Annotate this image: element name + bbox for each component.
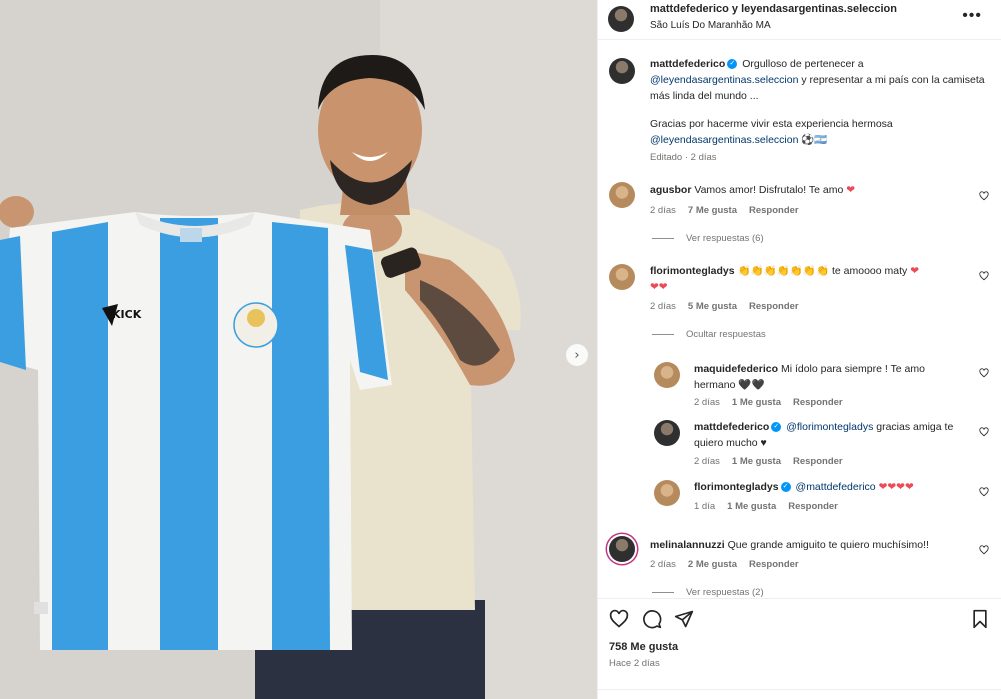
comment-text: 👏👏👏👏👏👏👏 te amoooo maty: [737, 265, 908, 277]
reply-time: 1 día: [694, 501, 716, 512]
caption-text-1: Orgulloso de pertenecer a: [742, 58, 864, 70]
like-comment-heart-icon[interactable]: [979, 191, 989, 201]
comment-username[interactable]: melinalannuzzi: [650, 539, 725, 551]
heart-icon[interactable]: [609, 609, 629, 629]
heart-emoji: ❤: [910, 265, 919, 277]
comment-likes[interactable]: 2 Me gusta: [688, 559, 737, 570]
caption-mention[interactable]: @leyendasargentinas.seleccion: [650, 74, 798, 86]
comment-likes[interactable]: 5 Me gusta: [688, 301, 737, 312]
reply-button[interactable]: Responder: [793, 397, 843, 408]
reply-username[interactable]: mattdefederico: [694, 421, 769, 433]
comment-text: Que grande amiguito te quiero muchísimo!…: [727, 539, 929, 551]
caption-text-3: Gracias por hacerme vivir esta experienc…: [650, 118, 893, 130]
bookmark-icon[interactable]: [970, 609, 990, 629]
caption-emoji: ⚽🇦🇷: [801, 134, 828, 146]
reply-time: 2 días: [694, 397, 720, 408]
view-replies-link[interactable]: Ver respuestas (2): [652, 587, 764, 597]
view-replies-link[interactable]: Ver respuestas (6): [652, 233, 764, 244]
reply-likes[interactable]: 1 Me gusta: [732, 456, 781, 467]
action-bar: 758 Me gusta Hace 2 días: [598, 598, 1001, 699]
like-comment-heart-icon[interactable]: [979, 545, 989, 555]
reply: florimontegladys ✓ @mattdefederico ❤❤❤❤: [694, 479, 964, 495]
reply: mattdefederico ✓ @florimontegladys gracia…: [694, 419, 964, 451]
comment-username[interactable]: agusbor: [650, 184, 691, 196]
reply-username[interactable]: maquidefederico: [694, 363, 778, 375]
reply-button[interactable]: Responder: [749, 559, 799, 570]
reply-meta: 2 días 1 Me gusta Responder: [694, 456, 855, 467]
heart-emoji: ♥: [760, 437, 767, 449]
caption-meta: Editado · 2 días: [650, 152, 717, 163]
shirt-brand-text: KICK: [112, 308, 142, 321]
reply-time: 2 días: [694, 456, 720, 467]
comment: melinalannuzzi Que grande amiguito te qu…: [650, 537, 970, 553]
hide-replies-link[interactable]: Ocultar respuestas: [652, 329, 766, 340]
reply-button[interactable]: Responder: [749, 205, 799, 216]
caption-thanks: Gracias por hacerme vivir esta experienc…: [650, 116, 990, 148]
reply-username[interactable]: florimontegladys: [694, 481, 779, 493]
avatar[interactable]: [654, 420, 680, 446]
comment-meta: 2 días 7 Me gusta Responder: [650, 205, 811, 216]
photo-illustration: KICK: [0, 0, 597, 699]
comment-username[interactable]: florimontegladys: [650, 265, 735, 277]
comment-icon[interactable]: [642, 609, 662, 629]
verified-badge-icon: ✓: [727, 59, 738, 70]
next-photo-button[interactable]: ›: [566, 344, 588, 366]
location-link[interactable]: São Luís Do Maranhão MA: [650, 20, 771, 31]
reply-meta: 2 días 1 Me gusta Responder: [694, 397, 855, 408]
comment: florimontegladys 👏👏👏👏👏👏👏 te amoooo maty …: [650, 263, 970, 295]
reply-button[interactable]: Responder: [793, 456, 843, 467]
verified-badge-icon: ✓: [771, 422, 782, 433]
avatar[interactable]: [608, 6, 634, 32]
heart-emoji: ❤: [846, 184, 856, 196]
comment-text: Vamos amor! Disfrutalo! Te amo: [694, 184, 844, 196]
verified-badge-icon: ✓: [780, 482, 791, 493]
share-icon[interactable]: [674, 609, 694, 629]
post-time: Hace 2 días: [609, 658, 660, 669]
post-panel: mattdefederico y leyendasargentinas.sele…: [597, 0, 1001, 699]
like-comment-heart-icon[interactable]: [979, 487, 989, 497]
like-comment-heart-icon[interactable]: [979, 427, 989, 437]
heart-emoji: ❤❤❤❤: [878, 481, 914, 493]
likes-count[interactable]: 758 Me gusta: [609, 641, 678, 653]
add-comment-bar[interactable]: [598, 689, 1001, 699]
reply-button[interactable]: Responder: [788, 501, 838, 512]
chevron-right-icon: ›: [574, 347, 580, 363]
avatar[interactable]: [609, 182, 635, 208]
avatar[interactable]: [654, 362, 680, 388]
caption-username[interactable]: mattdefederico: [650, 58, 725, 70]
reply: maquidefederico Mi ídolo para siempre ! …: [694, 361, 964, 393]
heart-emoji: ❤❤: [650, 281, 668, 293]
comment-time: 2 días: [650, 205, 676, 216]
avatar[interactable]: [654, 480, 680, 506]
comment-time: 2 días: [650, 301, 676, 312]
post-header: mattdefederico y leyendasargentinas.sele…: [598, 0, 1001, 40]
reply-meta: 1 día 1 Me gusta Responder: [694, 501, 850, 512]
header-title[interactable]: mattdefederico y leyendasargentinas.sele…: [650, 3, 897, 15]
like-comment-heart-icon[interactable]: [979, 271, 989, 281]
reply-mention[interactable]: @florimontegladys: [786, 421, 873, 433]
like-comment-heart-icon[interactable]: [979, 368, 989, 378]
avatar[interactable]: [609, 264, 635, 290]
avatar[interactable]: [609, 58, 635, 84]
caption-mention-2[interactable]: @leyendasargentinas.seleccion: [650, 134, 798, 146]
reply-button[interactable]: Responder: [749, 301, 799, 312]
post-photo: KICK ›: [0, 0, 597, 699]
comment-likes[interactable]: 7 Me gusta: [688, 205, 737, 216]
black-heart-emoji: 🖤🖤: [738, 379, 765, 391]
reply-mention[interactable]: @mattdefederico: [796, 481, 876, 493]
caption: mattdefederico ✓ Orgulloso de pertenecer …: [650, 56, 990, 104]
comment-time: 2 días: [650, 559, 676, 570]
comment-meta: 2 días 5 Me gusta Responder: [650, 301, 811, 312]
reply-likes[interactable]: 1 Me gusta: [732, 397, 781, 408]
avatar[interactable]: [609, 536, 635, 562]
reply-likes[interactable]: 1 Me gusta: [727, 501, 776, 512]
comment-meta: 2 días 2 Me gusta Responder: [650, 559, 811, 570]
comment: agusbor Vamos amor! Disfrutalo! Te amo ❤: [650, 182, 970, 198]
more-horizontal-icon[interactable]: •••: [962, 7, 982, 25]
